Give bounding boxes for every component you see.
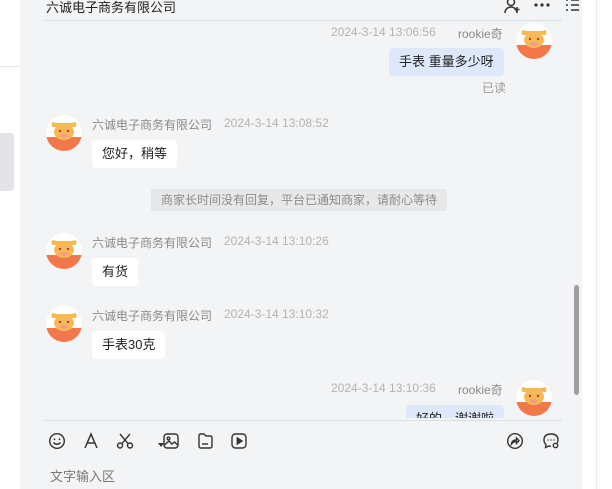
more-icon[interactable] bbox=[533, 0, 551, 14]
read-status: 已读 bbox=[482, 81, 507, 95]
message-bubble[interactable]: 有货 bbox=[92, 258, 139, 286]
left-sidebar-edge bbox=[0, 0, 20, 489]
scissors-icon[interactable] bbox=[116, 432, 134, 450]
message-sender: rookie奇 bbox=[458, 383, 503, 397]
share-icon[interactable] bbox=[506, 432, 524, 450]
message-time: 2024-3-14 13:10:26 bbox=[224, 234, 329, 248]
conversation-card-edge[interactable] bbox=[0, 133, 14, 191]
chat-header: 六诚电子商务有限公司 bbox=[45, 0, 579, 21]
image-icon[interactable] bbox=[162, 432, 180, 450]
message-bubble[interactable]: 好的，谢谢啦 bbox=[406, 405, 505, 418]
message-time: 2024-3-14 13:06:56 bbox=[331, 25, 436, 39]
message-time: 2024-3-14 13:08:52 bbox=[224, 116, 329, 130]
divider bbox=[45, 420, 562, 421]
message-list[interactable]: 2024-3-14 13:06:56 rookie奇 手表 重量多少呀 已读 六… bbox=[20, 21, 582, 418]
message-time: 2024-3-14 13:10:36 bbox=[331, 381, 436, 395]
chat-title: 六诚电子商务有限公司 bbox=[46, 0, 177, 15]
avatar[interactable] bbox=[516, 380, 552, 416]
file-icon[interactable] bbox=[196, 432, 214, 450]
message-bubble[interactable]: 手表30克 bbox=[92, 331, 166, 359]
message-time: 2024-3-14 13:10:32 bbox=[224, 307, 329, 321]
user-plus-icon[interactable] bbox=[503, 0, 521, 14]
message-scrollbar[interactable] bbox=[574, 285, 579, 395]
avatar[interactable] bbox=[46, 115, 82, 151]
divider bbox=[596, 0, 597, 489]
chat-panel: 六诚电子商务有限公司 2024-3-14 13:06:56 rookie奇 手表… bbox=[20, 0, 582, 489]
message-sender: 六诚电子商务有限公司 bbox=[92, 309, 213, 323]
avatar[interactable] bbox=[46, 306, 82, 342]
emoji-icon[interactable] bbox=[48, 432, 66, 450]
avatar[interactable] bbox=[46, 233, 82, 269]
list-icon[interactable] bbox=[563, 0, 581, 14]
message-bubble[interactable]: 您好，稍等 bbox=[92, 140, 178, 168]
system-notice: 商家长时间没有回复，平台已通知商家，请耐心等待 bbox=[151, 189, 447, 211]
message-input[interactable] bbox=[50, 466, 550, 486]
right-sidebar-edge bbox=[582, 0, 612, 489]
message-sender: rookie奇 bbox=[458, 27, 503, 41]
divider bbox=[0, 66, 20, 67]
message-sender: 六诚电子商务有限公司 bbox=[92, 118, 213, 132]
message-bubble[interactable]: 手表 重量多少呀 bbox=[389, 48, 504, 76]
chat-settings-icon[interactable] bbox=[542, 432, 560, 450]
message-sender: 六诚电子商务有限公司 bbox=[92, 236, 213, 250]
font-icon[interactable] bbox=[82, 432, 100, 450]
avatar[interactable] bbox=[516, 23, 552, 59]
video-icon[interactable] bbox=[230, 432, 248, 450]
